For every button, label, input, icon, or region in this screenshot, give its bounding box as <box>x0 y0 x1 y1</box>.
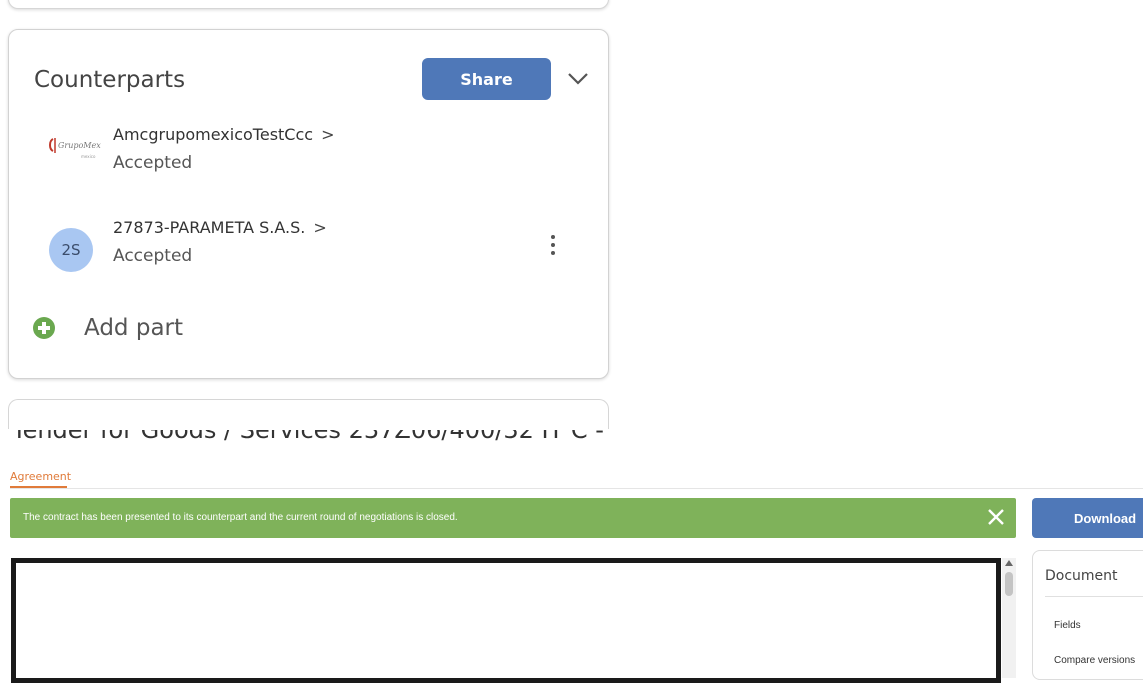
side-panel-title: Document <box>1045 568 1118 584</box>
chevron-right-icon: > <box>313 218 327 237</box>
chevron-right-icon: > <box>321 125 335 144</box>
document-viewer[interactable] <box>11 558 1001 683</box>
counterpart-item[interactable]: GrupoMex mexico AmcgrupomexicoTestCcc > A… <box>9 125 609 185</box>
divider <box>1045 596 1143 597</box>
scroll-thumb[interactable] <box>1005 572 1013 596</box>
close-icon[interactable] <box>985 506 1007 528</box>
avatar: 2S <box>49 228 93 272</box>
svg-text:mexico: mexico <box>81 154 96 159</box>
add-part-button[interactable]: Add part <box>84 315 183 341</box>
add-circle-icon[interactable] <box>33 317 55 339</box>
counterpart-name[interactable]: 27873-PARAMETA S.A.S. > <box>113 218 327 237</box>
next-card <box>8 399 609 429</box>
download-button[interactable]: Download <box>1032 498 1143 538</box>
share-button[interactable]: Share <box>422 58 551 100</box>
tab-agreement[interactable]: Agreement <box>10 470 71 483</box>
counterparts-card: Counterparts Share GrupoMex mexico Amcgr… <box>8 29 609 379</box>
status-banner: The contract has been presented to its c… <box>10 498 1016 538</box>
tab-divider <box>10 488 1143 489</box>
grupo-mexico-logo: GrupoMex mexico <box>49 138 101 159</box>
document-side-panel: Document Fields Compare versions <box>1032 550 1143 680</box>
side-item-fields[interactable]: Fields <box>1054 620 1081 631</box>
previous-card <box>8 0 609 9</box>
chevron-down-icon[interactable] <box>567 72 589 86</box>
svg-text:GrupoMex: GrupoMex <box>58 141 101 150</box>
vertical-scrollbar[interactable] <box>1002 558 1016 678</box>
side-item-compare-versions[interactable]: Compare versions <box>1054 655 1135 666</box>
more-options-icon[interactable] <box>549 234 557 256</box>
document-title: Tender for Goods / Services 237Z06/400/3… <box>12 430 612 444</box>
counterparts-title: Counterparts <box>34 67 186 93</box>
banner-message: The contract has been presented to its c… <box>23 512 458 523</box>
counterpart-name[interactable]: AmcgrupomexicoTestCcc > <box>113 125 334 144</box>
scroll-up-icon[interactable] <box>1005 560 1013 566</box>
counterpart-status: Accepted <box>113 246 193 266</box>
counterpart-status: Accepted <box>113 153 193 173</box>
counterpart-item[interactable]: 2S 27873-PARAMETA S.A.S. > Accepted <box>9 218 609 278</box>
